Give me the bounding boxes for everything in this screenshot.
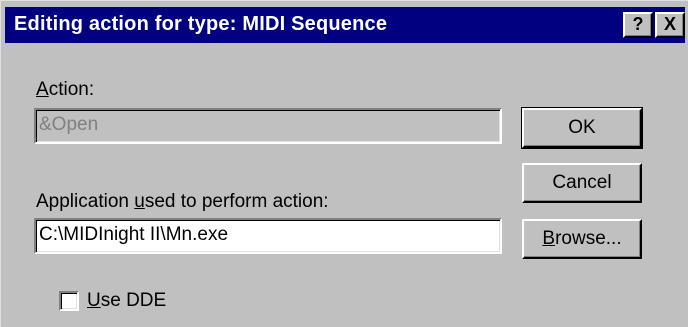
application-label-accel: u xyxy=(134,191,145,212)
title-bar[interactable]: Editing action for type: MIDI Sequence ?… xyxy=(5,7,685,43)
dialog-window: Editing action for type: MIDI Sequence ?… xyxy=(0,0,688,327)
application-path-input[interactable]: C:\MIDInight II\Mn.exe xyxy=(34,218,502,254)
ok-button[interactable]: OK xyxy=(521,107,643,149)
use-dde-accel: U xyxy=(87,290,101,311)
close-icon: X xyxy=(663,14,676,34)
browse-accel: B xyxy=(542,228,556,249)
close-button[interactable]: X xyxy=(655,12,685,38)
browse-label: rowse... xyxy=(555,228,622,249)
action-label-text: ction: xyxy=(48,79,95,100)
help-icon: ? xyxy=(632,14,644,34)
application-label-prefix: Application xyxy=(36,191,135,212)
window-title: Editing action for type: MIDI Sequence xyxy=(14,13,388,35)
action-field: &Open xyxy=(34,108,502,144)
cancel-button[interactable]: Cancel xyxy=(522,163,642,203)
use-dde-label[interactable]: Use DDE xyxy=(87,290,166,312)
action-label: Action: xyxy=(36,79,94,101)
help-button[interactable]: ? xyxy=(623,12,653,38)
application-label-text: sed to perform action: xyxy=(144,191,329,212)
browse-button[interactable]: Browse... xyxy=(522,219,642,259)
use-dde-text: se DDE xyxy=(100,290,167,311)
use-dde-checkbox[interactable] xyxy=(59,291,79,311)
action-label-accel: A xyxy=(36,79,49,100)
application-label: Application used to perform action: xyxy=(36,191,329,213)
